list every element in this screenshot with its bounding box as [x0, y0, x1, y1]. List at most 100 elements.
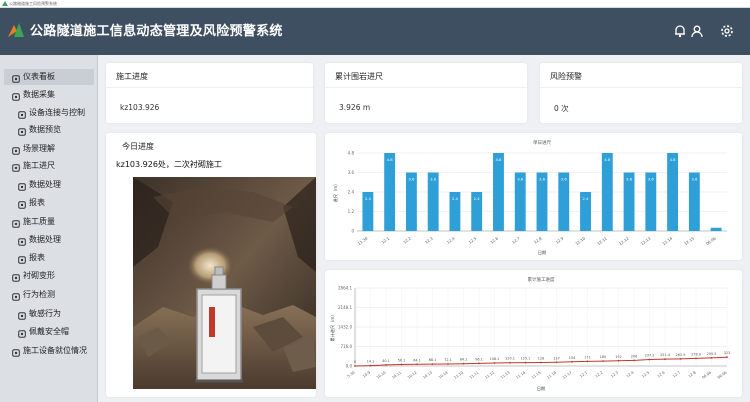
mileage-card: 施工进度 kz103.926 [106, 63, 313, 123]
sidebar-item-4[interactable]: 场景理解 [4, 141, 94, 157]
x-tick-label: 12.4 [626, 370, 635, 378]
sidebar-item-12[interactable]: 行为检测 [4, 287, 94, 303]
x-tick-label: 10.11 [391, 371, 402, 380]
report-icon [18, 254, 26, 264]
process-icon [18, 181, 26, 191]
data-label: 137 [553, 356, 559, 360]
sidebar-item-2[interactable]: 设备连接与控制 [4, 105, 94, 121]
sidebar-item-label: 仪表看板 [23, 72, 55, 81]
data-point [571, 360, 573, 363]
chart-title: 累计施工进度 [528, 276, 555, 283]
equipment-icon [12, 347, 20, 357]
data-label: 278.9 [691, 352, 701, 356]
x-tick-label: 11.12 [484, 371, 495, 380]
data-label: 206 [631, 354, 637, 358]
sidebar-item-7[interactable]: 报表 [4, 195, 94, 211]
x-tick-label: 11.10 [453, 370, 464, 380]
y-tick-label: 3.6 [348, 170, 355, 175]
data-point [416, 363, 418, 366]
data-point [369, 364, 372, 367]
tunnel-site-photo [133, 177, 316, 389]
sidebar-item-label: 数据处理 [29, 235, 61, 244]
sidebar-item-1[interactable]: 数据采集 [4, 87, 94, 103]
data-label: 237.2 [645, 354, 655, 358]
data-label: 125.1 [521, 357, 531, 361]
y-tick-label: 0 [351, 229, 354, 234]
app-header: 公路隧道施工信息动态管理及风险预警系统 [0, 8, 750, 55]
data-label: 262.9 [676, 353, 686, 357]
dashboard-icon [12, 73, 20, 83]
x-tick-label: 12.2 [402, 235, 412, 244]
x-tick-label: 11.16 [546, 370, 557, 380]
x-tick-label: 12.5 [641, 371, 650, 379]
data-point [478, 362, 480, 365]
x-tick-label: 12.6 [489, 235, 499, 244]
sidebar-item-14[interactable]: 佩戴安全帽 [4, 324, 94, 340]
data-point [540, 361, 542, 364]
y-tick-label: 716.0 [341, 344, 353, 349]
bell-icon[interactable] [673, 24, 687, 38]
sidebar-item-label: 场景理解 [23, 144, 55, 153]
y-tick-label: 2864.1 [338, 286, 352, 291]
bar-value-label: 3.6 [648, 177, 655, 182]
sidebar-item-9[interactable]: 数据处理 [4, 232, 94, 248]
bar-value-label: 2.4 [452, 196, 459, 201]
mileage-card-value: kz103.926 [120, 103, 160, 112]
y-tick-label: 4.8 [348, 151, 355, 156]
sidebar-item-15[interactable]: 施工设备就位情况 [4, 343, 94, 359]
data-point [648, 358, 651, 361]
x-tick-label: 12.3 [610, 371, 619, 379]
sidebar-item-label: 数据采集 [23, 90, 55, 99]
data-label: 72.1 [444, 358, 452, 362]
sidebar-item-label: 报表 [29, 198, 45, 207]
x-tick-label: 12.1 [579, 371, 588, 379]
x-tick-label: 10.13 [422, 371, 433, 380]
x-tick-label: 5.30 [347, 370, 356, 378]
risk-card-title: 风险预警 [550, 72, 582, 81]
bar-value-label: 2.4 [474, 196, 481, 201]
sidebar-item-label: 敏感行为 [29, 309, 61, 318]
sidebar-item-13[interactable]: 敏感行为 [4, 306, 94, 322]
x-tick-label: 12.12 [618, 235, 630, 246]
bar-value-label: 3.6 [517, 177, 524, 182]
bar-value-label: 2.4 [583, 196, 590, 201]
gear-icon[interactable] [720, 24, 734, 38]
data-label: 68.1 [429, 358, 437, 362]
x-tick-label: 12.8 [688, 370, 697, 378]
data-point [695, 357, 697, 360]
x-tick-label: 10.14 [438, 370, 449, 380]
data-label: 120.1 [505, 357, 515, 361]
sidebar-item-label: 施工设备就位情况 [23, 346, 87, 355]
sidebar-item-8[interactable]: 施工质量 [4, 214, 94, 230]
data-point [679, 357, 682, 360]
bar [384, 153, 396, 231]
sidebar-item-5[interactable]: 施工进尺 [4, 158, 94, 174]
bar-value-label: 2.4 [365, 196, 372, 201]
bar-value-label: 3.6 [691, 177, 698, 182]
data-point [462, 362, 465, 365]
y-tick-label: 2148.1 [338, 305, 352, 310]
data-label: 14.1 [367, 360, 375, 364]
user-icon[interactable] [690, 24, 704, 38]
data-point [524, 361, 527, 364]
sidebar-item-0[interactable]: 仪表看板 [4, 69, 94, 85]
sidebar-item-10[interactable]: 报表 [4, 250, 94, 266]
today-progress-title: 今日进度 [122, 142, 154, 151]
y-axis-label: 进尺（m） [332, 182, 339, 203]
bar-value-label: 4.8 [670, 157, 677, 162]
x-tick-label: 12.15 [683, 235, 695, 246]
sidebar-item-11[interactable]: 衬砌变形 [4, 268, 94, 284]
x-tick-label: 12.6 [657, 370, 666, 378]
deform-icon [12, 272, 20, 282]
sidebar-item-label: 设备连接与控制 [29, 108, 85, 117]
sidebar-item-3[interactable]: 数据预览 [4, 122, 94, 138]
data-point [431, 363, 434, 366]
sidebar-item-label: 衬砌变形 [23, 271, 55, 280]
x-axis-label: 日期 [538, 250, 546, 256]
data-point [447, 363, 449, 365]
cumulative-progress-chart-card: 累计施工进度 0.0 716.0 1432.0 2148.1 2864.1 0 5.30 14.… [325, 270, 742, 397]
chart-icon [12, 162, 20, 172]
x-tick-label: 12.4 [446, 235, 456, 244]
sidebar-item-6[interactable]: 数据处理 [4, 177, 94, 193]
data-label: 154 [569, 356, 575, 360]
